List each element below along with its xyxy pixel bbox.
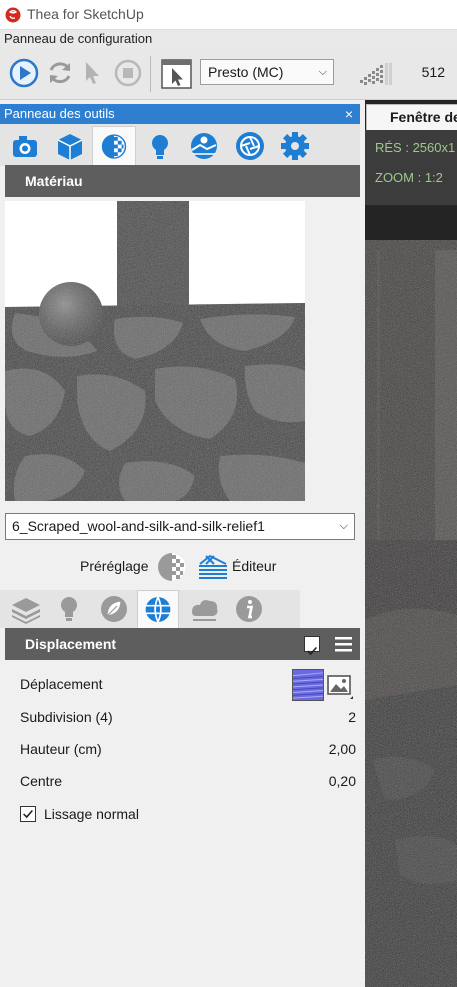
- editor-label: Éditeur: [232, 558, 277, 574]
- subdivision-value[interactable]: 2: [348, 709, 356, 725]
- leaf-icon: [101, 596, 127, 622]
- subdivision-row[interactable]: Subdivision (4) 2: [20, 709, 356, 731]
- tab-environment[interactable]: [182, 126, 226, 166]
- pass-count: 512: [421, 64, 445, 80]
- normal-smoothing-label: Lissage normal: [44, 806, 139, 822]
- material-section-header: Matériau: [5, 165, 360, 197]
- tools-panel-title: Panneau des outils: [4, 106, 115, 121]
- refresh-icon[interactable]: [45, 58, 75, 88]
- tab-clipping[interactable]: [183, 590, 225, 628]
- height-row[interactable]: Hauteur (cm) 2,00: [20, 741, 356, 763]
- chevron-down-icon: ⌵: [318, 66, 327, 78]
- tab-object[interactable]: [48, 126, 92, 166]
- toolbar-separator: [150, 56, 151, 92]
- engine-value: Presto (MC): [208, 64, 284, 80]
- gear-icon: [281, 132, 309, 160]
- displacement-texture-thumbnail[interactable]: [292, 669, 324, 701]
- render-window: [365, 100, 457, 987]
- tab-camera[interactable]: [3, 126, 47, 166]
- aperture-icon: [236, 132, 264, 160]
- toolbar: Presto (MC) ⌵ 512: [0, 48, 457, 100]
- render-window-tab[interactable]: Fenêtre de: [366, 104, 457, 130]
- center-value[interactable]: 0,20: [329, 773, 356, 789]
- render-view-image: [365, 100, 457, 987]
- material-tab-bar: [0, 590, 300, 628]
- camera-icon: [13, 136, 37, 157]
- stop-icon[interactable]: [113, 58, 143, 88]
- height-label: Hauteur (cm): [20, 741, 102, 757]
- play-icon[interactable]: [9, 58, 39, 88]
- lightbulb-icon: [152, 135, 168, 159]
- tab-layers[interactable]: [5, 590, 47, 628]
- displacement-section-header: Displacement: [5, 628, 360, 660]
- select-cursor-icon[interactable]: [78, 58, 108, 88]
- displacement-enable-checkbox[interactable]: [304, 636, 320, 656]
- quality-bars-icon[interactable]: [358, 60, 394, 88]
- material-dropdown[interactable]: 6_Scraped_wool-and-silk-and-silk-relief1…: [5, 513, 355, 540]
- tab-light[interactable]: [138, 126, 182, 166]
- config-panel-title: Panneau de configuration: [0, 30, 457, 48]
- tab-medium[interactable]: [93, 590, 135, 628]
- tab-info[interactable]: [228, 590, 270, 628]
- texture-pattern: [292, 670, 324, 700]
- tab-camera-settings[interactable]: [228, 126, 272, 166]
- hamburger-menu-icon[interactable]: [335, 635, 352, 653]
- displacement-label: Déplacement: [20, 676, 103, 692]
- checkmark-icon: [307, 646, 317, 656]
- tab-displacement[interactable]: [137, 590, 179, 628]
- chevron-down-icon: ⌵: [339, 520, 348, 532]
- material-preview: [5, 201, 305, 501]
- title-bar: Thea for SketchUp: [0, 0, 457, 30]
- image-icon[interactable]: [326, 673, 354, 701]
- tools-panel-header: Panneau des outils ×: [0, 104, 360, 124]
- resolution-readout: RÉS : 2560x1: [375, 140, 456, 155]
- material-sphere-icon: [101, 134, 127, 159]
- tools-tab-bar: [0, 124, 360, 166]
- cube-icon: [57, 134, 83, 160]
- displacement-globe-icon: [145, 596, 171, 623]
- checkmark-icon: [23, 809, 33, 819]
- normal-smoothing-checkbox[interactable]: [20, 806, 36, 822]
- editor-icon[interactable]: [196, 552, 230, 582]
- engine-dropdown[interactable]: Presto (MC) ⌵: [200, 59, 334, 85]
- info-icon: [236, 596, 262, 622]
- landscape-icon: [191, 133, 217, 159]
- material-preview-image: [5, 201, 305, 501]
- preset-sphere-icon[interactable]: [156, 551, 188, 583]
- center-label: Centre: [20, 773, 63, 789]
- window-title: Thea for SketchUp: [27, 6, 144, 22]
- displacement-title: Displacement: [25, 636, 117, 652]
- cloud-icon: [192, 600, 218, 621]
- tab-material[interactable]: [92, 126, 136, 166]
- region-select-icon[interactable]: [160, 57, 194, 91]
- preset-label: Préréglage: [80, 558, 149, 574]
- material-name: 6_Scraped_wool-and-silk-and-silk-relief1: [12, 518, 265, 534]
- thea-logo-icon: [5, 7, 21, 23]
- height-value[interactable]: 2,00: [329, 741, 356, 757]
- center-row[interactable]: Centre 0,20: [20, 773, 356, 795]
- tab-emitter[interactable]: [48, 590, 90, 628]
- subdivision-label: Subdivision (4): [20, 709, 113, 725]
- lightbulb-icon: [61, 597, 77, 621]
- tab-settings[interactable]: [273, 126, 317, 166]
- layers-icon: [12, 598, 40, 624]
- close-icon[interactable]: ×: [345, 104, 353, 124]
- zoom-readout: ZOOM : 1:2: [375, 170, 443, 185]
